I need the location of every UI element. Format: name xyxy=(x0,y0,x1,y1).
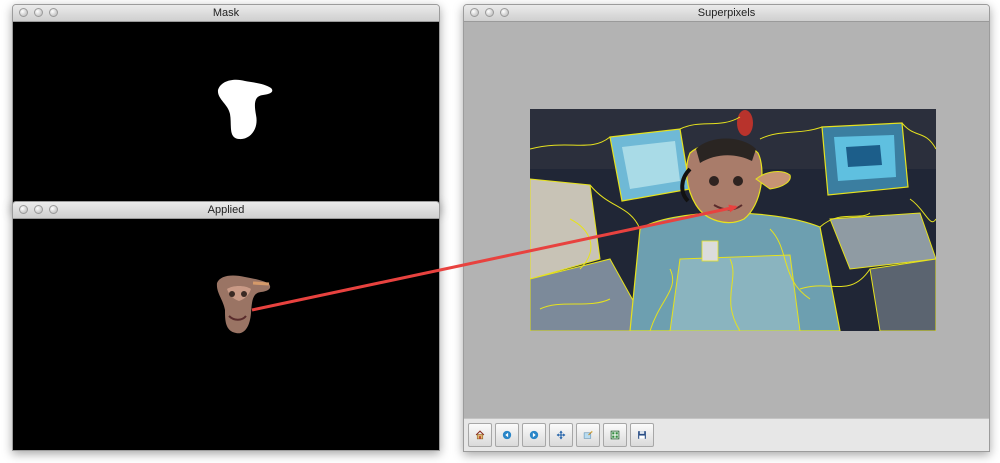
superpixel-image[interactable] xyxy=(530,109,936,331)
window-title: Superpixels xyxy=(697,7,756,19)
applied-canvas xyxy=(13,219,439,450)
mask-window: Mask xyxy=(12,4,440,211)
applied-titlebar[interactable]: Applied xyxy=(13,202,439,219)
mask-titlebar[interactable]: Mask xyxy=(13,5,439,22)
forward-button[interactable] xyxy=(522,423,546,447)
mask-blob xyxy=(217,79,273,140)
minimize-window-icon[interactable] xyxy=(485,8,494,17)
subplots-config-button[interactable] xyxy=(603,423,627,447)
window-title: Applied xyxy=(207,204,245,216)
save-floppy-icon xyxy=(638,431,646,439)
mask-image xyxy=(217,79,273,140)
hand-sliver xyxy=(252,281,270,286)
save-button[interactable] xyxy=(630,423,654,447)
zoom-rect-button[interactable] xyxy=(576,423,600,447)
close-window-icon[interactable] xyxy=(19,8,28,17)
close-window-icon[interactable] xyxy=(470,8,479,17)
home-button[interactable] xyxy=(468,423,492,447)
eye-left xyxy=(229,291,235,297)
mask-canvas xyxy=(13,22,439,210)
home-icon xyxy=(475,430,485,440)
zoom-rect-icon xyxy=(583,430,593,439)
window-title: Mask xyxy=(212,7,240,19)
back-arrow-icon xyxy=(502,430,512,440)
superpixels-window: Superpixels xyxy=(463,4,990,452)
applied-image xyxy=(216,275,271,334)
back-button[interactable] xyxy=(495,423,519,447)
subplots-config-icon xyxy=(610,430,620,440)
applied-window: Applied xyxy=(12,201,440,451)
pan-icon xyxy=(556,430,566,440)
superpixels-canvas xyxy=(464,22,989,419)
zoom-window-icon[interactable] xyxy=(500,8,509,17)
pan-button[interactable] xyxy=(549,423,573,447)
close-window-icon[interactable] xyxy=(19,205,28,214)
zoom-window-icon[interactable] xyxy=(49,205,58,214)
minimize-window-icon[interactable] xyxy=(34,8,43,17)
zoom-window-icon[interactable] xyxy=(49,8,58,17)
forward-arrow-icon xyxy=(529,430,539,440)
minimize-window-icon[interactable] xyxy=(34,205,43,214)
plot-toolbar xyxy=(464,418,989,451)
eye-right xyxy=(241,291,247,297)
superpixels-titlebar[interactable]: Superpixels xyxy=(464,5,989,22)
